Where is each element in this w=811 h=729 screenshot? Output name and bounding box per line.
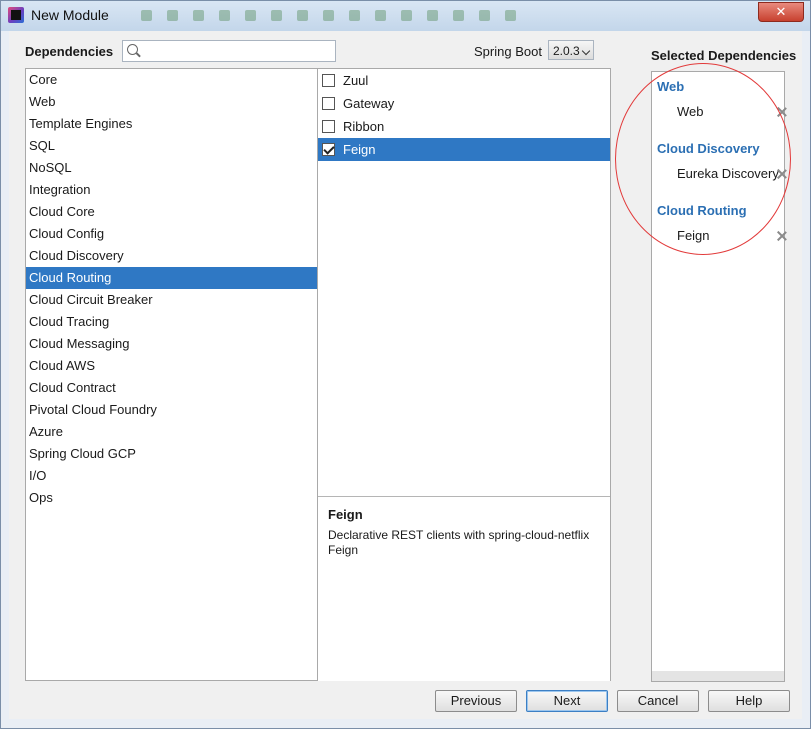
description-text: Declarative REST clients with spring-clo… bbox=[328, 528, 590, 557]
checkbox-icon[interactable] bbox=[322, 97, 335, 110]
previous-button[interactable]: Previous bbox=[435, 690, 517, 712]
selected-group-cloud-discovery: Cloud Discovery bbox=[657, 141, 760, 156]
spring-boot-version-value: 2.0.3 bbox=[553, 44, 580, 58]
category-item[interactable]: Spring Cloud GCP bbox=[26, 443, 318, 465]
category-item[interactable]: Ops bbox=[26, 487, 318, 509]
category-item[interactable]: I/O bbox=[26, 465, 318, 487]
category-item[interactable]: Cloud Contract bbox=[26, 377, 318, 399]
new-module-dialog: New Module ✕ Dependencies Spring Boot 2.… bbox=[0, 0, 811, 729]
selected-group-web: Web bbox=[657, 79, 685, 94]
dependency-option-label: Zuul bbox=[343, 73, 369, 88]
category-item[interactable]: Cloud Circuit Breaker bbox=[26, 289, 318, 311]
checkbox-checked-icon[interactable] bbox=[322, 143, 335, 156]
description-title: Feign bbox=[328, 507, 363, 522]
category-item[interactable]: Cloud Tracing bbox=[26, 311, 318, 333]
search-box[interactable] bbox=[122, 40, 336, 62]
category-item[interactable]: Core bbox=[26, 69, 318, 91]
category-item[interactable]: Pivotal Cloud Foundry bbox=[26, 399, 318, 421]
remove-icon[interactable] bbox=[776, 168, 788, 180]
cancel-button[interactable]: Cancel bbox=[617, 690, 699, 712]
category-list: Core Web Template Engines SQL NoSQL Integrati… bbox=[25, 68, 319, 681]
checkbox-icon[interactable] bbox=[322, 74, 335, 87]
title-bar: New Module ✕ bbox=[1, 1, 810, 31]
dependency-option-label: Ribbon bbox=[343, 119, 385, 134]
category-item[interactable]: SQL bbox=[26, 135, 318, 157]
search-input[interactable] bbox=[141, 42, 335, 60]
category-item[interactable]: Integration bbox=[26, 179, 318, 201]
dependency-options-panel: Zuul Gateway Ribbon Feign Feign Declarative… bbox=[317, 68, 611, 681]
dependency-option-label: Feign bbox=[343, 142, 376, 157]
category-item[interactable]: Cloud Discovery bbox=[26, 245, 318, 267]
next-button[interactable]: Next bbox=[526, 690, 608, 712]
horizontal-scrollbar[interactable] bbox=[652, 671, 784, 681]
spring-boot-label: Spring Boot bbox=[474, 44, 542, 59]
category-item[interactable]: Azure bbox=[26, 421, 318, 443]
help-button[interactable]: Help bbox=[708, 690, 790, 712]
remove-icon[interactable] bbox=[776, 106, 788, 118]
dependency-option-label: Gateway bbox=[343, 96, 395, 111]
dependencies-label: Dependencies bbox=[25, 44, 114, 59]
category-item[interactable]: Web bbox=[26, 91, 318, 113]
category-item[interactable]: NoSQL bbox=[26, 157, 318, 179]
close-button[interactable]: ✕ bbox=[758, 2, 804, 22]
selected-group-cloud-routing: Cloud Routing bbox=[657, 203, 747, 218]
search-icon bbox=[127, 44, 138, 55]
checkbox-icon[interactable] bbox=[322, 120, 335, 133]
dependency-description: Feign Declarative REST clients with spri… bbox=[318, 496, 610, 681]
selected-dependencies-title: Selected Dependencies bbox=[651, 48, 797, 63]
selected-item-feign: Feign bbox=[677, 228, 710, 243]
chevron-down-icon bbox=[581, 46, 591, 56]
dialog-content: Dependencies Spring Boot 2.0.3 Selected … bbox=[9, 31, 802, 719]
dependency-option[interactable]: Feign bbox=[318, 138, 610, 161]
background-toolbar bbox=[141, 9, 531, 23]
category-item[interactable]: Cloud Messaging bbox=[26, 333, 318, 355]
window-title: New Module bbox=[31, 7, 109, 23]
selected-item-eureka-discovery: Eureka Discovery bbox=[677, 166, 779, 181]
dependency-option[interactable]: Gateway bbox=[318, 92, 610, 115]
spring-boot-version-select[interactable]: 2.0.3 bbox=[548, 40, 594, 60]
dependency-option[interactable]: Zuul bbox=[318, 69, 610, 92]
dependency-option-list: Zuul Gateway Ribbon Feign bbox=[318, 69, 610, 161]
category-item[interactable]: Cloud AWS bbox=[26, 355, 318, 377]
category-item[interactable]: Cloud Routing bbox=[26, 267, 318, 289]
dependency-option[interactable]: Ribbon bbox=[318, 115, 610, 138]
selected-item-web: Web bbox=[677, 104, 704, 119]
remove-icon[interactable] bbox=[776, 230, 788, 242]
category-item[interactable]: Cloud Core bbox=[26, 201, 318, 223]
category-item[interactable]: Template Engines bbox=[26, 113, 318, 135]
selected-dependencies-panel: Web Web Cloud Discovery Eureka Discovery… bbox=[651, 71, 785, 682]
intellij-app-icon bbox=[8, 7, 24, 23]
category-item[interactable]: Cloud Config bbox=[26, 223, 318, 245]
